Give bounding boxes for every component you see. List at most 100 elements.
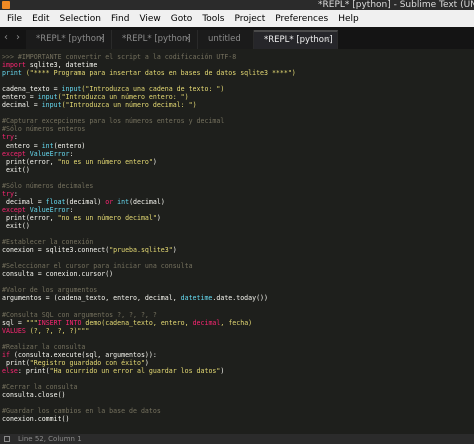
code-token: : — [13, 189, 18, 198]
status-bar: Line 52, Column 1 — [0, 434, 474, 444]
code-line: import sqlite3, datetime — [2, 61, 474, 69]
menu-goto[interactable]: Goto — [166, 14, 198, 24]
menu-find[interactable]: Find — [106, 14, 134, 24]
code-token: or — [105, 197, 118, 206]
code-line: #Seleccionar el cursor para iniciar una … — [2, 262, 474, 270]
code-editor[interactable]: >>> #IMPORTANTE convertir el script a la… — [0, 49, 474, 434]
code-token: entero = — [2, 93, 38, 102]
code-token: decimal = — [2, 197, 46, 206]
code-line: consulta.close() — [2, 391, 474, 399]
tab-repl-python-2[interactable]: *REPL* [python] × — [112, 30, 198, 49]
menu-project[interactable]: Project — [229, 14, 270, 24]
code-token: exit() — [2, 165, 30, 174]
code-token: int — [41, 141, 54, 150]
code-token: #Guardar los cambios en la base de datos — [2, 407, 161, 416]
code-token: #Sólo números enteros — [2, 125, 86, 134]
code-token: #Consulta SQL con argumentos ?, ?, ?, ? — [2, 310, 157, 319]
code-token: (entero) — [53, 141, 86, 150]
code-line: #Consulta SQL con argumentos ?, ?, ?, ? — [2, 311, 474, 319]
code-line: >>> #IMPORTANTE convertir el script a la… — [2, 53, 474, 61]
code-token: exit() — [2, 221, 30, 230]
code-token: entero = — [2, 141, 42, 150]
code-token: #Valor de los argumentos — [2, 286, 98, 295]
code-token: ValueError — [29, 149, 70, 158]
code-line: #Realizar la consulta — [2, 343, 474, 351]
code-token: input — [61, 85, 82, 94]
code-token: .date.today()) — [212, 294, 268, 303]
code-token: consulta.close() — [2, 390, 66, 399]
code-token: ) — [156, 213, 161, 222]
menu-view[interactable]: View — [134, 14, 165, 24]
code-line: try: — [2, 190, 474, 198]
code-line: #Sólo números enteros — [2, 125, 474, 133]
code-line: argumentos = (cadena_texto, entero, deci… — [2, 294, 474, 302]
code-token: conexion = sqlite3.connect( — [2, 246, 110, 255]
code-token: else — [2, 366, 18, 375]
menu-file[interactable]: File — [2, 14, 27, 24]
code-line: #Sólo números decimales — [2, 182, 474, 190]
code-token: input — [37, 93, 58, 102]
code-line: #Capturar excepciones para los números e… — [2, 117, 474, 125]
code-token: : — [69, 149, 74, 158]
code-content: >>> #IMPORTANTE convertir el script a la… — [0, 49, 474, 423]
close-tab-icon[interactable]: × — [324, 32, 331, 48]
panel-toggle-icon[interactable] — [4, 436, 10, 442]
tab-bar: ‹ › *REPL* [python] × *REPL* [python] × … — [0, 27, 474, 49]
menu-selection[interactable]: Selection — [55, 14, 106, 24]
code-line: cadena_texto = input("Introduzca una cad… — [2, 85, 474, 93]
tab-label: *REPL* [python] — [122, 34, 191, 44]
tab-untitled[interactable]: untitled — [198, 30, 254, 49]
code-line: sql = """INSERT INTO demo(cadena_texto, … — [2, 319, 474, 327]
code-token: decimal — [192, 318, 221, 327]
code-line: conexion = sqlite3.connect("prueba.sqlit… — [2, 246, 474, 254]
code-token: "Registro guardado con éxito" — [29, 358, 145, 367]
code-token: if — [2, 350, 14, 359]
menu-preferences[interactable]: Preferences — [270, 14, 333, 24]
code-token: #Cerrar la consulta — [2, 382, 78, 391]
code-line: print(error, "no es un número entero") — [2, 158, 474, 166]
tab-scroll-left-icon[interactable]: ‹ — [4, 32, 8, 43]
code-line: except ValueError: — [2, 206, 474, 214]
code-token: import — [2, 61, 30, 70]
code-token: ) — [152, 157, 157, 166]
code-token: """ — [25, 318, 38, 327]
menu-tools[interactable]: Tools — [197, 14, 229, 24]
menu-bar: File Edit Selection Find View Goto Tools… — [0, 10, 474, 27]
code-token: "Ha ocurrido un error al guardar los dat… — [49, 366, 221, 375]
close-tab-icon[interactable]: × — [184, 30, 191, 49]
code-token: print — [2, 69, 26, 78]
code-token: #IMPORTANTE convertir el script a la cod… — [17, 53, 237, 61]
code-token: argumentos = (cadena_texto, entero, deci… — [2, 294, 181, 303]
code-token: (decimal) — [65, 197, 106, 206]
menu-help[interactable]: Help — [333, 14, 364, 24]
code-token: #Seleccionar el cursor para iniciar una … — [2, 262, 193, 271]
code-line: try: — [2, 133, 474, 141]
code-token: : — [13, 133, 18, 142]
code-token: demo(cadena_texto, entero, — [85, 318, 193, 327]
code-token: except — [2, 149, 30, 158]
code-line: #Valor de los argumentos — [2, 286, 474, 294]
code-token: conexion.commit() — [2, 415, 70, 424]
code-line: entero = input("Introduzca un número ent… — [2, 93, 474, 101]
code-token: ("Introduzca una cadena de texto: ") — [81, 85, 225, 94]
code-token: "prueba.sqlite3" — [109, 246, 173, 255]
menu-edit[interactable]: Edit — [27, 14, 54, 24]
code-line: conexion.commit() — [2, 415, 474, 423]
code-line: #Guardar los cambios en la base de datos — [2, 407, 474, 415]
code-token: print(error, — [2, 157, 58, 166]
tab-repl-python-1[interactable]: *REPL* [python] × — [26, 30, 112, 49]
code-line: print ("**** Programa para insertar dato… — [2, 69, 474, 77]
code-line: print(error, "no es un número decimal") — [2, 214, 474, 222]
tab-scroll-right-icon[interactable]: › — [16, 32, 20, 43]
code-token: sqlite3, datetime — [29, 61, 98, 70]
window-titlebar: *REPL* [python] - Sublime Text (UNREG — [0, 0, 474, 10]
tab-label: untitled — [208, 34, 241, 44]
close-tab-icon[interactable]: × — [98, 30, 105, 49]
tab-repl-python-active[interactable]: *REPL* [python] × — [254, 30, 338, 49]
code-token: except — [2, 205, 30, 214]
